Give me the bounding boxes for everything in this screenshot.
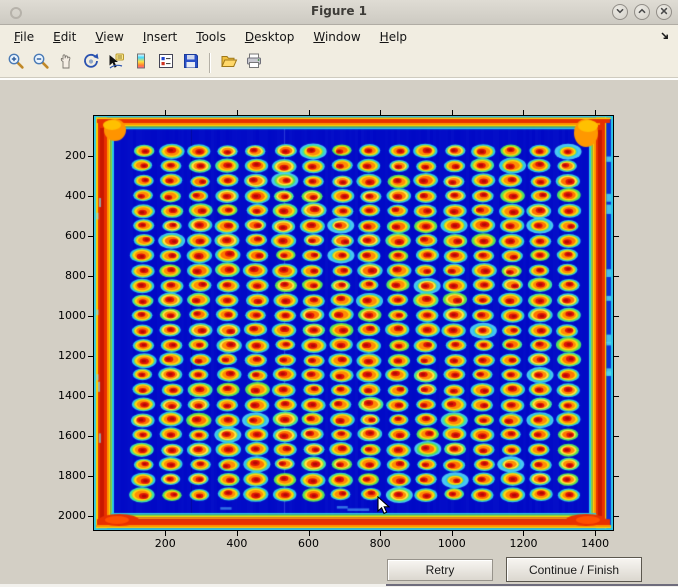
x-tick-label: 600 xyxy=(285,537,333,550)
close-button[interactable] xyxy=(656,4,672,20)
y-tick-label: 1200 xyxy=(46,349,86,362)
dock-arrow-icon[interactable] xyxy=(659,30,671,42)
y-tick-mark xyxy=(88,516,93,517)
x-tick-mark xyxy=(165,110,166,115)
y-tick-mark xyxy=(88,196,93,197)
retry-button[interactable]: Retry xyxy=(387,559,493,581)
x-tick-mark xyxy=(309,110,310,115)
pan-icon xyxy=(57,52,75,74)
y-tick-mark xyxy=(614,316,619,317)
data-cursor-icon xyxy=(107,52,125,74)
y-tick-mark xyxy=(614,276,619,277)
y-tick-label: 1600 xyxy=(46,429,86,442)
open-file-button[interactable] xyxy=(219,53,239,73)
x-tick-mark xyxy=(165,531,166,536)
y-tick-mark xyxy=(614,156,619,157)
window-bottom-shadow xyxy=(386,584,678,586)
y-tick-mark xyxy=(614,196,619,197)
figure-window: Figure 1 File Edit View Insert Tools Desktop W… xyxy=(0,0,678,587)
insert-legend-icon xyxy=(157,52,175,74)
x-tick-mark xyxy=(452,531,453,536)
y-tick-label: 400 xyxy=(46,189,86,202)
insert-colorbar-icon xyxy=(132,52,150,74)
x-tick-mark xyxy=(452,110,453,115)
x-tick-mark xyxy=(523,531,524,536)
rotate-3d-button[interactable] xyxy=(81,53,101,73)
data-cursor-button[interactable] xyxy=(106,53,126,73)
chevron-up-icon xyxy=(635,3,649,22)
y-tick-mark xyxy=(614,236,619,237)
x-tick-mark xyxy=(595,531,596,536)
x-tick-label: 1200 xyxy=(499,537,547,550)
print-button[interactable] xyxy=(244,53,264,73)
y-tick-mark xyxy=(88,356,93,357)
x-tick-label: 200 xyxy=(141,537,189,550)
zoom-in-icon xyxy=(7,52,25,74)
heatmap-image[interactable] xyxy=(94,116,613,530)
insert-legend-button[interactable] xyxy=(156,53,176,73)
y-tick-label: 800 xyxy=(46,269,86,282)
close-icon xyxy=(657,3,671,22)
continue-finish-button[interactable]: Continue / Finish xyxy=(506,557,642,582)
x-tick-mark xyxy=(309,531,310,536)
x-tick-label: 1000 xyxy=(428,537,476,550)
y-tick-label: 600 xyxy=(46,229,86,242)
y-tick-mark xyxy=(614,436,619,437)
x-tick-mark xyxy=(237,110,238,115)
y-tick-mark xyxy=(88,396,93,397)
zoom-in-button[interactable] xyxy=(6,53,26,73)
y-tick-label: 2000 xyxy=(46,509,86,522)
toolbar-separator xyxy=(209,53,211,73)
x-tick-mark xyxy=(380,531,381,536)
x-tick-mark xyxy=(595,110,596,115)
y-tick-label: 1000 xyxy=(46,309,86,322)
x-tick-mark xyxy=(523,110,524,115)
figure-canvas-area: Retry Continue / Finish 200 400 600 800 1000… xyxy=(0,80,678,587)
menu-window[interactable]: Window xyxy=(313,30,360,44)
x-tick-mark xyxy=(237,531,238,536)
y-tick-mark xyxy=(88,476,93,477)
x-tick-label: 800 xyxy=(356,537,404,550)
x-tick-label: 400 xyxy=(213,537,261,550)
menu-desktop[interactable]: Desktop xyxy=(245,30,295,44)
window-controls xyxy=(612,4,672,20)
y-tick-mark xyxy=(88,316,93,317)
y-tick-mark xyxy=(88,436,93,437)
toolbar xyxy=(0,48,678,78)
plot-axes xyxy=(93,115,614,531)
y-tick-mark xyxy=(614,396,619,397)
y-tick-mark xyxy=(88,236,93,237)
print-icon xyxy=(245,52,263,74)
save-button[interactable] xyxy=(181,53,201,73)
zoom-out-icon xyxy=(32,52,50,74)
window-title: Figure 1 xyxy=(0,4,678,18)
menu-edit[interactable]: Edit xyxy=(53,30,76,44)
shade-button[interactable] xyxy=(612,4,628,20)
zoom-out-button[interactable] xyxy=(31,53,51,73)
menu-insert[interactable]: Insert xyxy=(143,30,177,44)
y-tick-mark xyxy=(614,356,619,357)
y-tick-mark xyxy=(88,276,93,277)
rotate-3d-icon xyxy=(82,52,100,74)
y-tick-mark xyxy=(88,156,93,157)
menu-view[interactable]: View xyxy=(95,30,123,44)
open-file-icon xyxy=(220,52,238,74)
menu-file[interactable]: File xyxy=(14,30,34,44)
y-tick-label: 1400 xyxy=(46,389,86,402)
y-tick-label: 200 xyxy=(46,149,86,162)
save-icon xyxy=(182,52,200,74)
pan-button[interactable] xyxy=(56,53,76,73)
titlebar: Figure 1 xyxy=(0,0,678,25)
menubar: File Edit View Insert Tools Desktop Window Help xyxy=(0,25,678,48)
menu-help[interactable]: Help xyxy=(380,30,407,44)
x-tick-label: 1400 xyxy=(571,537,619,550)
x-tick-mark xyxy=(380,110,381,115)
chevron-down-icon xyxy=(613,3,627,22)
maximize-button[interactable] xyxy=(634,4,650,20)
y-tick-mark xyxy=(614,476,619,477)
insert-colorbar-button[interactable] xyxy=(131,53,151,73)
y-tick-mark xyxy=(614,516,619,517)
y-tick-label: 1800 xyxy=(46,469,86,482)
menu-tools[interactable]: Tools xyxy=(196,30,226,44)
